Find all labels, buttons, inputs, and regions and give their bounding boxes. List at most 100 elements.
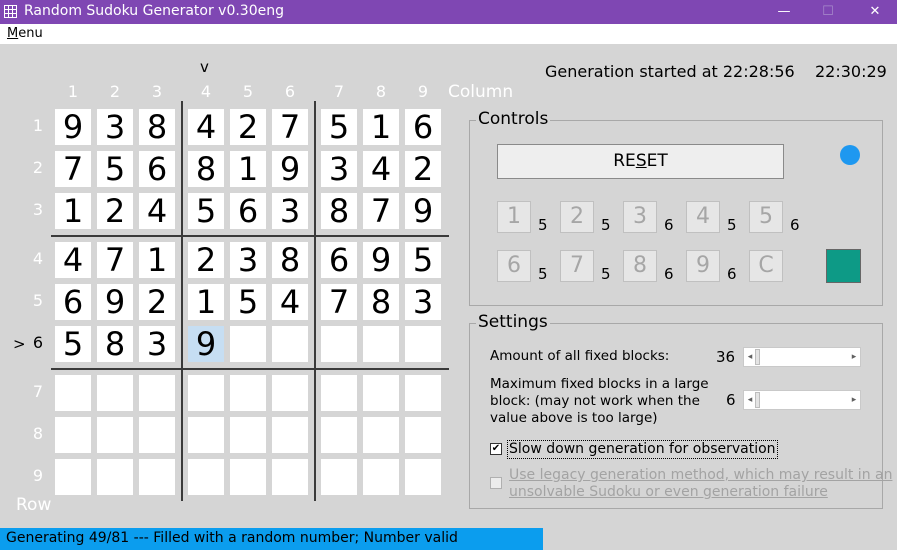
number-button-1[interactable]: 1 xyxy=(497,201,531,233)
sudoku-cell[interactable] xyxy=(97,417,133,453)
slow-down-checkbox[interactable]: ✔ xyxy=(490,443,502,455)
sudoku-cell[interactable]: 5 xyxy=(97,151,133,187)
sudoku-cell[interactable]: 4 xyxy=(139,193,175,229)
sudoku-cell[interactable]: 8 xyxy=(97,326,133,362)
sudoku-cell[interactable] xyxy=(97,375,133,411)
sudoku-cell[interactable]: 1 xyxy=(188,284,224,320)
sudoku-cell[interactable]: 1 xyxy=(55,193,91,229)
sudoku-cell[interactable] xyxy=(139,417,175,453)
sudoku-cell[interactable]: 3 xyxy=(272,193,308,229)
sudoku-cell[interactable]: 2 xyxy=(405,151,441,187)
sudoku-cell[interactable] xyxy=(139,459,175,495)
sudoku-cell[interactable]: 3 xyxy=(139,326,175,362)
sudoku-cell[interactable] xyxy=(188,375,224,411)
sudoku-cell[interactable]: 4 xyxy=(188,109,224,145)
number-button-2[interactable]: 2 xyxy=(560,201,594,233)
sudoku-cell[interactable] xyxy=(405,417,441,453)
sudoku-cell[interactable]: 7 xyxy=(272,109,308,145)
sudoku-cell[interactable]: 4 xyxy=(55,242,91,278)
number-button-5[interactable]: 5 xyxy=(749,201,783,233)
sudoku-cell[interactable]: 5 xyxy=(321,109,357,145)
sudoku-cell[interactable] xyxy=(405,459,441,495)
slow-down-label[interactable]: Slow down generation for observation xyxy=(507,440,778,459)
sudoku-cell[interactable] xyxy=(188,417,224,453)
sudoku-cell[interactable] xyxy=(405,326,441,362)
number-button-8[interactable]: 8 xyxy=(623,250,657,282)
sudoku-cell[interactable] xyxy=(230,375,266,411)
close-button[interactable]: ✕ xyxy=(852,0,897,24)
sudoku-cell[interactable]: 3 xyxy=(230,242,266,278)
sudoku-cell[interactable]: 1 xyxy=(139,242,175,278)
sudoku-cell[interactable]: 2 xyxy=(139,284,175,320)
sudoku-cell[interactable]: 5 xyxy=(188,193,224,229)
reset-button[interactable]: RESET xyxy=(497,144,784,179)
sudoku-cell[interactable]: 7 xyxy=(321,284,357,320)
sudoku-cell[interactable]: 8 xyxy=(139,109,175,145)
sudoku-cell[interactable] xyxy=(272,417,308,453)
sudoku-cell[interactable] xyxy=(139,375,175,411)
sudoku-cell[interactable]: 9 xyxy=(97,284,133,320)
sudoku-cell[interactable]: 4 xyxy=(272,284,308,320)
clear-button[interactable]: C xyxy=(749,250,783,282)
sudoku-cell[interactable] xyxy=(272,459,308,495)
sudoku-cell[interactable]: 6 xyxy=(230,193,266,229)
number-button-3[interactable]: 3 xyxy=(623,201,657,233)
sudoku-cell[interactable] xyxy=(321,375,357,411)
sudoku-cell[interactable]: 2 xyxy=(97,193,133,229)
sudoku-cell[interactable]: 8 xyxy=(321,193,357,229)
sudoku-cell[interactable]: 8 xyxy=(188,151,224,187)
sudoku-cell[interactable]: 7 xyxy=(55,151,91,187)
sudoku-cell[interactable]: 7 xyxy=(97,242,133,278)
sudoku-cell[interactable] xyxy=(321,459,357,495)
number-button-7[interactable]: 7 xyxy=(560,250,594,282)
sudoku-cell[interactable] xyxy=(97,459,133,495)
number-button-4[interactable]: 4 xyxy=(686,201,720,233)
sudoku-cell[interactable]: 3 xyxy=(405,284,441,320)
sudoku-cell[interactable]: 5 xyxy=(55,326,91,362)
sudoku-cell[interactable]: 6 xyxy=(55,284,91,320)
sudoku-cell[interactable] xyxy=(363,459,399,495)
sudoku-cell[interactable] xyxy=(272,326,308,362)
sudoku-cell[interactable]: 9 xyxy=(55,109,91,145)
sudoku-cell[interactable] xyxy=(230,417,266,453)
sudoku-cell[interactable]: 2 xyxy=(230,109,266,145)
sudoku-cell[interactable] xyxy=(55,375,91,411)
sudoku-cell[interactable] xyxy=(363,417,399,453)
menu-menu[interactable]: Menu xyxy=(7,26,43,41)
sudoku-cell[interactable]: 5 xyxy=(405,242,441,278)
sudoku-cell[interactable]: 9 xyxy=(272,151,308,187)
slider-right-arrow-icon[interactable]: ▸ xyxy=(848,391,860,409)
max-block-slider[interactable]: ◂ ▸ xyxy=(743,390,861,410)
sudoku-cell[interactable]: 9 xyxy=(363,242,399,278)
sudoku-cell[interactable]: 1 xyxy=(363,109,399,145)
sudoku-cell[interactable]: 9 xyxy=(188,326,224,362)
number-button-6[interactable]: 6 xyxy=(497,250,531,282)
minimize-button[interactable]: — xyxy=(761,0,807,24)
sudoku-cell[interactable]: 5 xyxy=(230,284,266,320)
sudoku-cell[interactable]: 6 xyxy=(321,242,357,278)
slider-thumb[interactable] xyxy=(755,392,760,408)
sudoku-cell[interactable]: 9 xyxy=(405,193,441,229)
sudoku-cell[interactable]: 6 xyxy=(139,151,175,187)
sudoku-cell[interactable]: 8 xyxy=(363,284,399,320)
slider-thumb[interactable] xyxy=(755,349,760,365)
sudoku-cell[interactable] xyxy=(321,326,357,362)
sudoku-cell[interactable] xyxy=(363,326,399,362)
sudoku-cell[interactable] xyxy=(188,459,224,495)
sudoku-cell[interactable]: 3 xyxy=(97,109,133,145)
sudoku-cell[interactable]: 1 xyxy=(230,151,266,187)
number-button-9[interactable]: 9 xyxy=(686,250,720,282)
sudoku-cell[interactable] xyxy=(55,417,91,453)
sudoku-cell[interactable] xyxy=(230,326,266,362)
sudoku-cell[interactable]: 8 xyxy=(272,242,308,278)
sudoku-cell[interactable]: 6 xyxy=(405,109,441,145)
sudoku-cell[interactable] xyxy=(55,459,91,495)
slider-right-arrow-icon[interactable]: ▸ xyxy=(848,348,860,366)
sudoku-cell[interactable] xyxy=(272,375,308,411)
color-swatch[interactable] xyxy=(826,249,861,283)
sudoku-cell[interactable]: 7 xyxy=(363,193,399,229)
sudoku-cell[interactable] xyxy=(321,417,357,453)
sudoku-cell[interactable] xyxy=(405,375,441,411)
sudoku-cell[interactable] xyxy=(363,375,399,411)
sudoku-cell[interactable]: 3 xyxy=(321,151,357,187)
